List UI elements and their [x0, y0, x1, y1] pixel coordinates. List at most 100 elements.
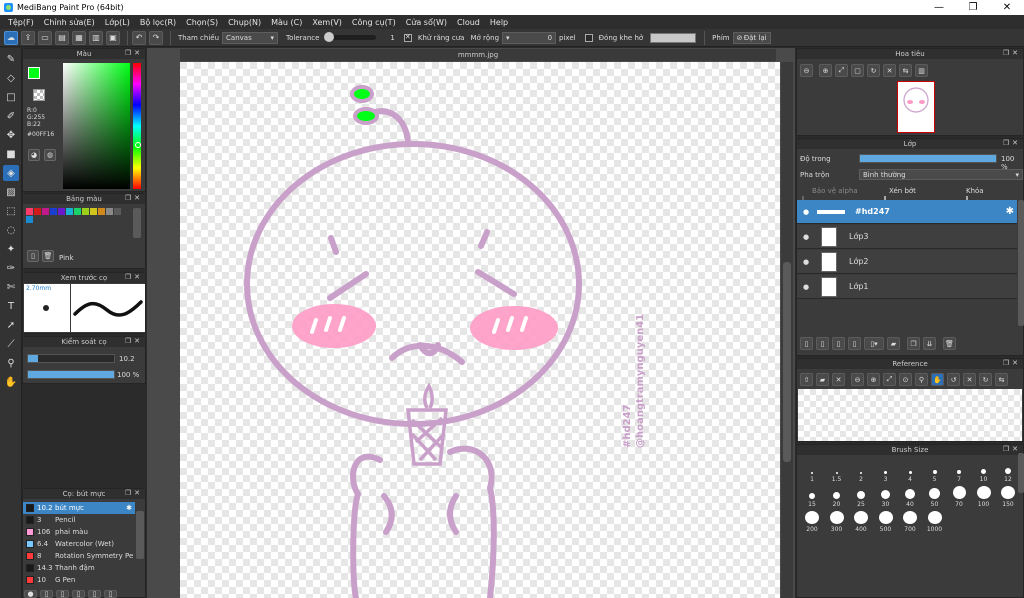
brush-size-option[interactable]: 4	[899, 461, 921, 483]
blend-select[interactable]: Bình thường ▾	[859, 169, 1023, 180]
frame-icon[interactable]: ▣	[106, 30, 120, 45]
flip-icon[interactable]: ⇆	[995, 373, 1008, 386]
upload-icon[interactable]: ⇪	[21, 30, 35, 45]
minimize-button[interactable]: —	[922, 2, 956, 13]
lock-icon[interactable]: ▥	[915, 64, 928, 77]
open-folder-icon[interactable]: ▰	[816, 373, 829, 386]
bucket-tool-icon[interactable]: ◈	[3, 165, 19, 181]
brush-item[interactable]: 6.4 Watercolor (Wet)	[23, 538, 135, 550]
new-folder-icon[interactable]: ▰	[887, 337, 900, 350]
panel-controls-icon[interactable]: ❐✕	[1003, 139, 1021, 147]
palette-swatch[interactable]	[26, 216, 33, 223]
brush-size-scrollbar[interactable]	[1018, 453, 1024, 493]
reference-select[interactable]: Canvas ▾	[222, 31, 279, 44]
layer-row[interactable]: ● Lớp3	[797, 225, 1017, 249]
saturation-value-picker[interactable]	[63, 63, 130, 189]
brush-tool-4-icon[interactable]: ▯	[72, 590, 85, 598]
brush-size-option[interactable]: 10	[973, 461, 995, 483]
maximize-button[interactable]: ❐	[956, 2, 990, 13]
select-tool-icon[interactable]: ⬚	[3, 203, 19, 219]
flip-icon[interactable]: ⇆	[899, 64, 912, 77]
redo-icon[interactable]: ↷	[149, 30, 163, 45]
brush-size-option[interactable]: 300	[826, 511, 848, 533]
pen-tool-icon[interactable]: ✐	[3, 108, 19, 124]
cloud-icon[interactable]: ☁	[4, 30, 18, 45]
slider-knob[interactable]	[324, 32, 335, 42]
layer-row[interactable]: ● Lớp1	[797, 275, 1017, 299]
export-icon[interactable]: ▤	[55, 30, 69, 45]
foreground-color-swatch[interactable]	[28, 67, 40, 79]
brush-size-option[interactable]: 700	[899, 511, 921, 533]
canvas-scrollbar[interactable]	[781, 62, 793, 598]
brush-size-option[interactable]: 50	[924, 486, 946, 508]
new-8bit-layer-icon[interactable]: ▯	[832, 337, 845, 350]
brush-size-option[interactable]: 30	[875, 486, 897, 508]
layer-scrollbar[interactable]	[1018, 200, 1024, 326]
layer-row[interactable]: ● Lớp2	[797, 250, 1017, 274]
visibility-icon[interactable]: ●	[797, 283, 815, 291]
merge-layer-icon[interactable]: ⇊	[923, 337, 936, 350]
duplicate-layer-icon[interactable]: ❐	[907, 337, 920, 350]
visibility-icon[interactable]: ●	[797, 233, 815, 241]
move-tool-icon[interactable]: ✥	[3, 127, 19, 143]
palette-swatch[interactable]	[26, 208, 33, 215]
brush-tool-3-icon[interactable]: ▯	[56, 590, 69, 598]
panel-controls-icon[interactable]: ❐✕	[1003, 445, 1021, 453]
brush-size-option[interactable]: 7	[948, 461, 970, 483]
tolerance-slider[interactable]	[324, 32, 377, 42]
panel-controls-icon[interactable]: ❐✕	[125, 49, 143, 57]
menu-help[interactable]: Help	[485, 18, 513, 27]
reset-button[interactable]: ⊘ Đặt lại	[732, 31, 771, 44]
actual-size-icon[interactable]: ▢	[851, 64, 864, 77]
new-palette-icon[interactable]: ▯	[27, 250, 39, 262]
magic-wand-icon[interactable]: ✦	[3, 241, 19, 257]
undo-icon[interactable]: ↶	[132, 30, 146, 45]
expand-stepper[interactable]: ▾ 0	[502, 31, 557, 44]
new-layer-icon[interactable]: ▯	[800, 337, 813, 350]
brush-size-option[interactable]: 200	[801, 511, 823, 533]
scrollbar-thumb[interactable]	[783, 262, 791, 462]
brush-tool-6-icon[interactable]: ▯	[104, 590, 117, 598]
operation-tool-icon[interactable]: ➚	[3, 317, 19, 333]
grid-icon[interactable]: ▦	[72, 30, 86, 45]
divide-tool-icon[interactable]: ⟋	[3, 336, 19, 352]
panel-controls-icon[interactable]: ❐✕	[1003, 49, 1021, 57]
brush-item[interactable]: 3 Pencil	[23, 514, 135, 526]
actual-size-icon[interactable]: ⊙	[899, 373, 912, 386]
palette-swatch[interactable]	[34, 208, 41, 215]
reset-rotation-icon[interactable]: ✕	[963, 373, 976, 386]
fit-icon[interactable]: ⤢	[835, 64, 848, 77]
palette-swatch[interactable]	[74, 208, 81, 215]
palette-swatch[interactable]	[90, 208, 97, 215]
hand-tool-icon[interactable]: ✋	[3, 374, 19, 390]
color-wheel-icon[interactable]: ◍	[44, 149, 56, 161]
background-color-swatch[interactable]	[33, 89, 45, 101]
text-tool-icon[interactable]: T	[3, 298, 19, 314]
brush-size-option[interactable]: 100	[973, 486, 995, 508]
hue-marker[interactable]	[135, 142, 141, 148]
palette-swatch[interactable]	[98, 208, 105, 215]
brush-item[interactable]: 8 Rotation Symmetry Pe	[23, 550, 135, 562]
palette-swatch[interactable]	[114, 208, 121, 215]
rotate-icon[interactable]: ↻	[867, 64, 880, 77]
panel-controls-icon[interactable]: ❐✕	[125, 194, 143, 202]
brush-size-option[interactable]: 1000	[924, 511, 946, 533]
menu-tools[interactable]: Công cụ(T)	[347, 18, 401, 27]
select-eraser-icon[interactable]: ✄	[3, 279, 19, 295]
palette-swatch[interactable]	[66, 208, 73, 215]
fit-icon[interactable]: ⤢	[883, 373, 896, 386]
brush-tool-1-icon[interactable]: ●	[24, 590, 37, 598]
page-icon[interactable]: ▥	[89, 30, 103, 45]
panel-controls-icon[interactable]: ❐✕	[125, 337, 143, 345]
navigator-thumbnail[interactable]	[897, 81, 935, 133]
palette-swatch[interactable]	[50, 208, 57, 215]
zoom-out-icon[interactable]: ⊖	[851, 373, 864, 386]
menu-select[interactable]: Chọn(S)	[181, 18, 223, 27]
comment-icon[interactable]: ▭	[38, 30, 52, 45]
brush-tool-5-icon[interactable]: ▯	[88, 590, 101, 598]
rectangle-tool-icon[interactable]: □	[3, 89, 19, 105]
palette-icon[interactable]: ◕	[28, 149, 40, 161]
brush-item[interactable]: 10 G Pen	[23, 574, 135, 586]
brush-item[interactable]: 10.2 bút mực ✱	[23, 502, 135, 514]
fill-shape-icon[interactable]: ■	[3, 146, 19, 162]
